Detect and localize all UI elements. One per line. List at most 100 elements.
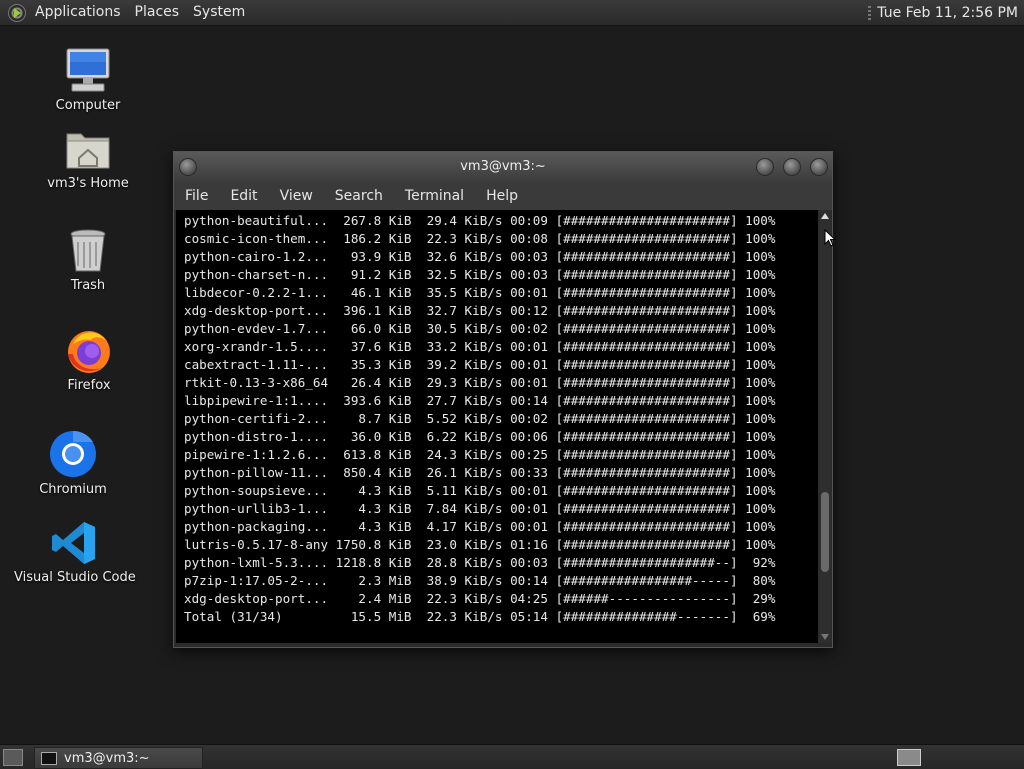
terminal-line-bar: [######################] [555,285,746,300]
terminal-line-size: 4.3 KiB [335,501,420,516]
terminal-output[interactable]: python-beautiful... 267.8 KiB 29.4 KiB/s… [176,210,818,643]
terminal-line-name: python-lxml-5.3.... [184,555,336,570]
terminal-line-speed: 29.4 KiB/s [419,213,511,228]
terminal-line-size: 66.0 KiB [335,321,420,336]
clock[interactable]: Tue Feb 11, 2:56 PM [877,5,1024,21]
top-menu: Applications Places System [28,0,252,25]
terminal-line-time: 00:03 [510,267,556,282]
terminal-line-bar: [######----------------] [555,591,746,606]
terminal-line-pct: 100% [745,213,776,228]
menu-terminal[interactable]: Terminal [394,188,475,204]
desktop-icon-firefox[interactable]: Firefox [58,326,120,393]
terminal-scrollbar[interactable] [819,210,831,643]
terminal-line-name: libdecor-0.2.2-1... [184,285,336,300]
chromium-icon [49,430,97,478]
terminal-line-bar: [#################-----] [555,573,746,588]
terminal-line-time: 00:01 [510,375,556,390]
desktop-icon-computer[interactable]: Computer [48,46,128,113]
terminal-line-bar: [######################] [555,483,746,498]
terminal-line-name: Total (31/34) [184,609,336,624]
terminal-line-speed: 33.2 KiB/s [419,339,511,354]
terminal-line-speed: 35.5 KiB/s [419,285,511,300]
desktop-icon-label: Trash [70,278,106,293]
terminal-line-bar: [######################] [555,321,746,336]
terminal-line-bar: [######################] [555,231,746,246]
desktop-icon-label: Visual Studio Code [14,570,136,585]
terminal-line-name: xdg-desktop-port... [184,303,336,318]
scrollbar-thumb[interactable] [821,492,829,572]
terminal-line-speed: 5.52 KiB/s [419,411,511,426]
terminal-line-pct: 100% [745,375,776,390]
applications-menu[interactable]: Applications [28,0,128,25]
clock-area: Tue Feb 11, 2:56 PM [868,0,1024,25]
terminal-line-time: 00:08 [510,231,556,246]
menu-view[interactable]: View [269,188,324,204]
system-menu[interactable]: System [186,0,252,25]
terminal-line-pct: 29% [745,591,776,606]
terminal-window[interactable]: vm3@vm3:~ File Edit View Search Terminal… [173,151,833,648]
bottom-panel: vm3@vm3:~ [0,744,1024,769]
terminal-line-speed: 6.22 KiB/s [419,429,511,444]
terminal-line-pct: 92% [745,555,776,570]
terminal-line-name: pipewire-1:1.2.6... [184,447,336,462]
terminal-line-time: 00:01 [510,519,556,534]
mouse-pointer-icon [824,229,836,247]
terminal-line-pct: 100% [745,537,776,552]
terminal-line-size: 26.4 KiB [335,375,420,390]
terminal-line-size: 2.3 MiB [335,573,420,588]
workspace-switcher[interactable] [897,749,921,766]
taskbar-button-terminal[interactable]: vm3@vm3:~ [34,747,203,769]
terminal-line-time: 01:16 [510,537,556,552]
terminal-line-pct: 100% [745,411,776,426]
terminal-line-name: python-distro-1.... [184,429,336,444]
minimize-button[interactable] [756,158,774,176]
terminal-line-time: 00:33 [510,465,556,480]
terminal-line-name: python-charset-n... [184,267,336,282]
vscode-icon [51,520,97,566]
terminal-line-size: 37.6 KiB [335,339,420,354]
terminal-line-time: 00:09 [510,213,556,228]
terminal-line-name: python-evdev-1.7... [184,321,336,336]
desktop-icon-chromium[interactable]: Chromium [38,430,108,497]
terminal-line-speed: 27.7 KiB/s [419,393,511,408]
terminal-line: libdecor-0.2.2-1... 46.1 KiB 35.5 KiB/s … [184,284,775,302]
terminal-line-pct: 100% [745,321,776,336]
terminal-line: python-packaging... 4.3 KiB 4.17 KiB/s 0… [184,518,775,536]
terminal-line: xdg-desktop-port... 2.4 MiB 22.3 KiB/s 0… [184,590,775,608]
menu-search[interactable]: Search [324,188,394,204]
desktop-icon-trash[interactable]: Trash [58,228,118,293]
terminal-line: xorg-xrandr-1.5.... 37.6 KiB 33.2 KiB/s … [184,338,775,356]
terminal-line-bar: [######################] [555,213,746,228]
distro-logo-icon[interactable] [8,3,26,22]
menu-file[interactable]: File [174,188,219,204]
show-desktop-icon[interactable] [3,749,23,766]
scroll-down-arrow-icon[interactable] [821,634,829,640]
terminal-line-size: 4.3 KiB [335,519,420,534]
terminal-line-time: 00:01 [510,483,556,498]
window-titlebar[interactable]: vm3@vm3:~ [174,152,832,182]
terminal-line: python-certifi-2... 8.7 KiB 5.52 KiB/s 0… [184,410,775,428]
terminal-line-size: 4.3 KiB [335,483,420,498]
terminal-line-size: 186.2 KiB [335,231,420,246]
terminal-line: python-charset-n... 91.2 KiB 32.5 KiB/s … [184,266,775,284]
menu-edit[interactable]: Edit [219,188,268,204]
desktop-icon-label: vm3's Home [47,176,129,191]
terminal-line-name: python-soupsieve... [184,483,336,498]
terminal-line-bar: [######################] [555,519,746,534]
desktop-icon-vscode[interactable]: Visual Studio Code [14,520,136,585]
terminal-line-speed: 29.3 KiB/s [419,375,511,390]
terminal-line-size: 35.3 KiB [335,357,420,372]
places-menu[interactable]: Places [128,0,187,25]
terminal-line-size: 850.4 KiB [335,465,420,480]
terminal-line-pct: 100% [745,267,776,282]
maximize-button[interactable] [783,158,801,176]
menu-help[interactable]: Help [475,188,529,204]
panel-separator [868,5,872,20]
scroll-up-arrow-icon[interactable] [821,213,829,219]
terminal-line-size: 613.8 KiB [335,447,420,462]
desktop-icon-home[interactable]: vm3's Home [43,128,133,191]
terminal-menubar: File Edit View Search Terminal Help [174,182,832,210]
terminal-line-speed: 4.17 KiB/s [419,519,511,534]
terminal-line-size: 393.6 KiB [335,393,420,408]
close-button[interactable] [810,158,828,176]
